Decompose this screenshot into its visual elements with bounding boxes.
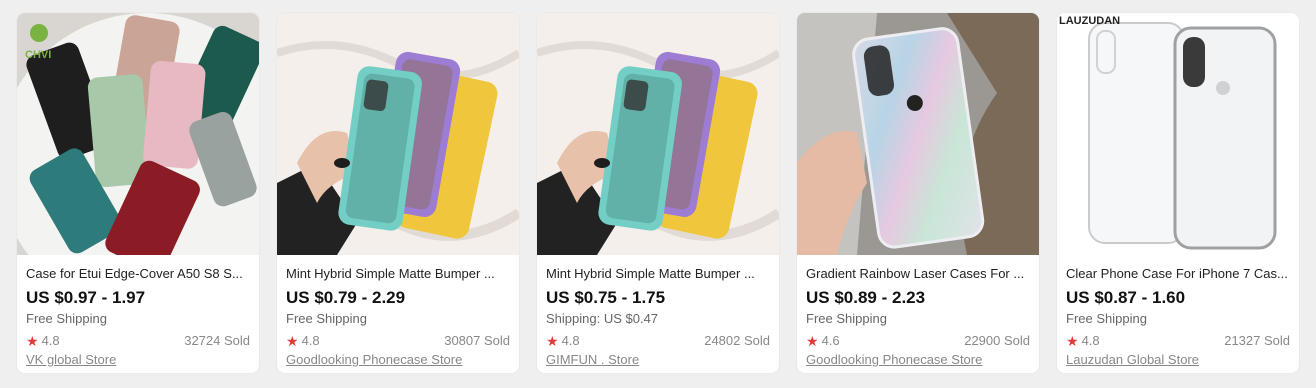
shipping-info: Shipping: US $0.47 (546, 311, 659, 326)
product-image[interactable]: LAUZUDAN (1057, 13, 1299, 255)
star-icon: ★ (26, 332, 39, 349)
sold-count: 30807 Sold (444, 333, 510, 348)
product-title[interactable]: Mint Hybrid Simple Matte Bumper ... (286, 265, 510, 282)
logo-text: CHVI (25, 49, 51, 61)
rating-value: 4.6 (821, 333, 840, 348)
product-card[interactable]: LAUZUDAN Clear Phone Case For iPhone 7 C… (1057, 13, 1299, 373)
star-icon: ★ (286, 332, 299, 349)
product-image[interactable] (277, 13, 519, 255)
star-icon: ★ (1066, 332, 1079, 349)
product-image[interactable] (797, 13, 1039, 255)
star-icon: ★ (546, 332, 559, 349)
store-link[interactable]: Goodlooking Phonecase Store (806, 351, 1030, 368)
store-link[interactable]: GIMFUN . Store (546, 351, 770, 368)
store-link[interactable]: Goodlooking Phonecase Store (286, 351, 510, 368)
brand-text: LAUZUDAN (1059, 15, 1120, 27)
product-price: US $0.97 - 1.97 (26, 288, 146, 307)
product-title[interactable]: Clear Phone Case For iPhone 7 Cas... (1066, 265, 1290, 282)
sold-count: 24802 Sold (704, 333, 770, 348)
shipping-info: Free Shipping (1066, 311, 1147, 326)
product-card[interactable]: CHVI Case for Etui Edge-Cover A50 S8 S..… (17, 13, 259, 373)
rating-value: 4.8 (41, 333, 60, 348)
rating: ★ 4.8 (286, 333, 320, 348)
rating-value: 4.8 (301, 333, 320, 348)
product-grid: CHVI Case for Etui Edge-Cover A50 S8 S..… (17, 13, 1299, 373)
product-card[interactable]: Mint Hybrid Simple Matte Bumper ... US $… (537, 13, 779, 373)
store-link[interactable]: VK global Store (26, 351, 250, 368)
rating-value: 4.8 (1081, 333, 1100, 348)
shipping-info: Free Shipping (806, 311, 887, 326)
shipping-info: Free Shipping (286, 311, 367, 326)
product-image[interactable] (537, 13, 779, 255)
product-title[interactable]: Gradient Rainbow Laser Cases For ... (806, 265, 1030, 282)
product-price: US $0.89 - 2.23 (806, 288, 926, 307)
product-image[interactable]: CHVI (17, 13, 259, 255)
product-price: US $0.87 - 1.60 (1066, 288, 1186, 307)
star-icon: ★ (806, 332, 819, 349)
rating: ★ 4.8 (26, 333, 60, 348)
product-title[interactable]: Case for Etui Edge-Cover A50 S8 S... (26, 265, 250, 282)
product-price: US $0.79 - 2.29 (286, 288, 406, 307)
rating: ★ 4.6 (806, 333, 840, 348)
rating: ★ 4.8 (546, 333, 580, 348)
sold-count: 22900 Sold (964, 333, 1030, 348)
sold-count: 32724 Sold (184, 333, 250, 348)
product-card[interactable]: Gradient Rainbow Laser Cases For ... US … (797, 13, 1039, 373)
rating: ★ 4.8 (1066, 333, 1100, 348)
product-price: US $0.75 - 1.75 (546, 288, 666, 307)
product-card[interactable]: Mint Hybrid Simple Matte Bumper ... US $… (277, 13, 519, 373)
shipping-info: Free Shipping (26, 311, 107, 326)
store-link[interactable]: Lauzudan Global Store (1066, 351, 1290, 368)
rating-value: 4.8 (561, 333, 580, 348)
sold-count: 21327 Sold (1224, 333, 1290, 348)
product-title[interactable]: Mint Hybrid Simple Matte Bumper ... (546, 265, 770, 282)
